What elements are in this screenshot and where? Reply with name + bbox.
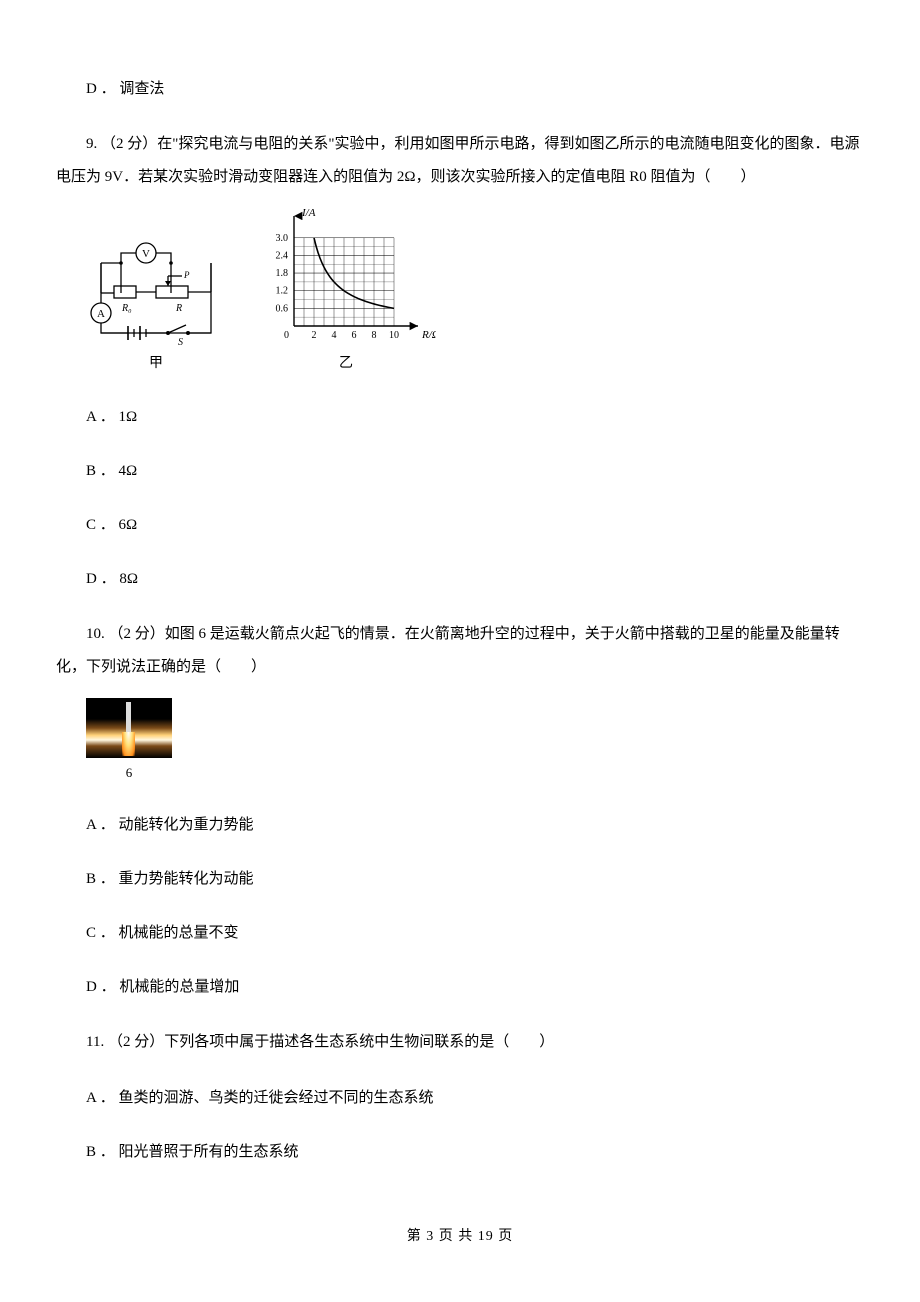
q9-option-c[interactable]: C ． 6Ω <box>86 510 864 540</box>
q9-figures: V R₀ R P <box>86 208 864 378</box>
p-label: P <box>183 270 190 280</box>
svg-text:2.4: 2.4 <box>276 250 289 261</box>
svg-text:10: 10 <box>389 330 399 341</box>
q9-option-d[interactable]: D ． 8Ω <box>86 564 864 594</box>
page-footer: 第 3 页 共 19 页 <box>56 1223 864 1251</box>
ammeter-label: A <box>97 308 105 320</box>
rocket-caption: 6 <box>86 760 172 786</box>
r-label: R <box>175 303 182 314</box>
r0-label: R₀ <box>121 303 132 314</box>
circuit-diagram: V R₀ R P <box>86 238 226 378</box>
svg-text:0: 0 <box>284 330 289 341</box>
s-label: S <box>178 337 183 348</box>
q9-option-a[interactable]: A ． 1Ω <box>86 402 864 432</box>
q9-stem: 9. （2 分）在"探究电流与电阻的关系"实验中，利用如图甲所示电路，得到如图乙… <box>56 128 864 194</box>
svg-text:6: 6 <box>352 330 357 341</box>
svg-text:1.2: 1.2 <box>276 286 289 297</box>
rocket-figure: 6 <box>86 698 172 786</box>
svg-text:1.8: 1.8 <box>276 268 289 279</box>
q10-option-a[interactable]: A ． 动能转化为重力势能 <box>86 810 864 840</box>
q11-option-b[interactable]: B ． 阳光普照于所有的生态系统 <box>86 1137 864 1167</box>
q10-option-c[interactable]: C ． 机械能的总量不变 <box>86 918 864 948</box>
voltmeter-label: V <box>142 248 150 260</box>
svg-text:2: 2 <box>312 330 317 341</box>
q10-stem: 10. （2 分）如图 6 是运载火箭点火起飞的情景．在火箭离地升空的过程中，关… <box>56 618 864 684</box>
q9-option-b[interactable]: B ． 4Ω <box>86 456 864 486</box>
svg-text:3.0: 3.0 <box>276 233 289 244</box>
circuit-caption: 甲 <box>149 350 163 378</box>
svg-text:4: 4 <box>332 330 337 341</box>
q10-option-b[interactable]: B ． 重力势能转化为动能 <box>86 864 864 894</box>
q10-option-d[interactable]: D ． 机械能的总量增加 <box>86 972 864 1002</box>
q11-stem: 11. （2 分）下列各项中属于描述各生态系统中生物间联系的是（ ） <box>56 1026 864 1059</box>
graph-chart: 2 4 6 8 10 0.6 1.2 1.8 2.4 3.0 I/A R/Ω 0 乙 <box>256 208 436 378</box>
svg-text:0.6: 0.6 <box>276 303 289 314</box>
rocket-image <box>86 698 172 758</box>
svg-text:8: 8 <box>372 330 377 341</box>
q11-option-a[interactable]: A ． 鱼类的洄游、鸟类的迁徙会经过不同的生态系统 <box>86 1083 864 1113</box>
svg-text:I/A: I/A <box>301 208 316 219</box>
graph-caption: 乙 <box>339 350 353 378</box>
q8-option-d[interactable]: D ． 调查法 <box>86 74 864 104</box>
svg-text:R/Ω: R/Ω <box>421 329 436 341</box>
